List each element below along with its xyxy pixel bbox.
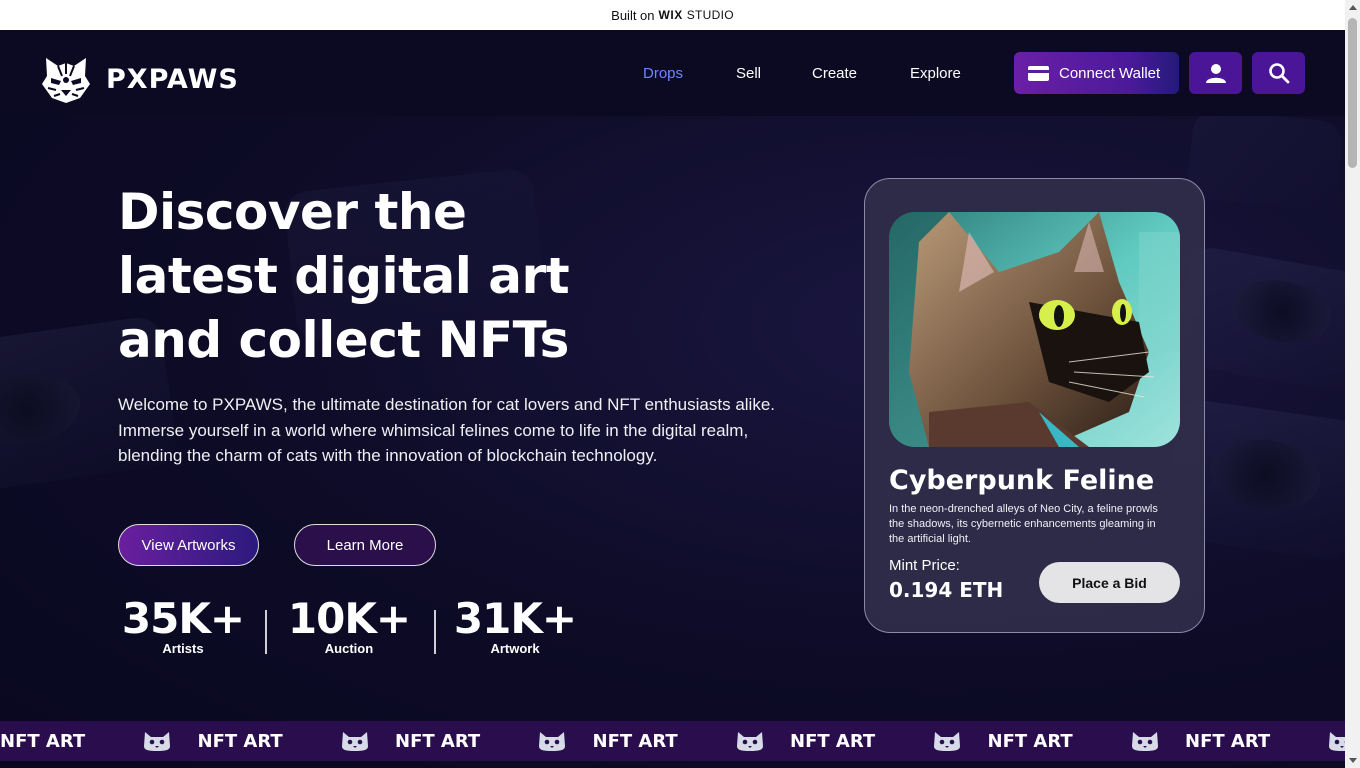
place-bid-button[interactable]: Place a Bid <box>1039 562 1180 603</box>
stat-value: 31K+ <box>453 594 577 643</box>
tiger-logo-icon <box>42 58 90 103</box>
hero-title-line-2: latest digital art <box>118 247 570 305</box>
ticker-text: NFT ART <box>1185 731 1271 752</box>
cat-face-icon <box>934 732 960 751</box>
page: PXPAWS Drops Sell Create Explore Connect… <box>0 30 1345 768</box>
hero-title-line-3: and collect NFTs <box>118 311 569 369</box>
search-button[interactable] <box>1252 52 1305 94</box>
brand-logo[interactable]: PXPAWS <box>40 54 239 104</box>
cat-artwork <box>889 212 1180 447</box>
nav-item-drops[interactable]: Drops <box>643 65 683 82</box>
connect-wallet-button[interactable]: Connect Wallet <box>1014 52 1179 94</box>
user-icon <box>1205 64 1226 83</box>
view-artworks-button[interactable]: View Artworks <box>118 524 259 566</box>
site-header: PXPAWS Drops Sell Create Explore Connect… <box>0 30 1345 116</box>
nav-item-sell[interactable]: Sell <box>736 65 761 82</box>
brand-name: PXPAWS <box>106 63 239 95</box>
ticker-text: NFT ART <box>987 731 1073 752</box>
ticker-text: NFT ART <box>0 731 86 752</box>
cat-face-icon <box>1131 732 1158 751</box>
scrollbar-thumb[interactable] <box>1348 18 1357 168</box>
ticker-text: NFT ART <box>592 731 678 752</box>
nft-description: In the neon-drenched alleys of Neo City,… <box>889 503 1158 545</box>
wix-banner-prefix: Built on <box>611 7 655 23</box>
search-icon <box>1268 63 1289 84</box>
featured-nft-card: Cyberpunk Feline In the neon-drenched al… <box>864 178 1205 633</box>
decorative-tile <box>1185 107 1345 213</box>
nft-title: Cyberpunk Feline <box>889 465 1155 496</box>
stat-value: 35K+ <box>121 594 245 643</box>
ticker-text: NFT ART <box>395 731 481 752</box>
stat-label: Artists <box>162 641 204 656</box>
ticker-text: NFT ART <box>197 731 283 752</box>
stat-value: 10K+ <box>287 594 411 643</box>
stat-divider <box>265 610 267 654</box>
cat-face-icon <box>539 732 565 751</box>
learn-more-button[interactable]: Learn More <box>294 524 436 566</box>
hero-description: Welcome to PXPAWS, the ultimate destinat… <box>118 395 775 465</box>
cat-face-icon <box>144 732 170 751</box>
wix-studio-label: STUDIO <box>686 8 734 22</box>
mint-price-label: Mint Price: <box>889 557 960 574</box>
mint-price-value: 0.194 ETH <box>889 578 1004 602</box>
page-scrollbar[interactable] <box>1345 0 1360 768</box>
stat-label: Artwork <box>490 641 540 656</box>
nft-art-ticker: NFT ART NFT ART NFT ART NFT ART NFT ART NFT A… <box>0 721 1345 761</box>
nft-artwork-image[interactable] <box>889 212 1180 447</box>
stat-divider <box>434 610 436 654</box>
ticker-text: NFT ART <box>790 731 876 752</box>
wix-logo: WIX <box>658 8 683 22</box>
cat-face-icon <box>736 732 763 751</box>
account-button[interactable] <box>1189 52 1242 94</box>
wallet-icon <box>1028 65 1049 81</box>
scroll-up-icon[interactable] <box>1349 5 1357 10</box>
scroll-down-icon[interactable] <box>1349 758 1357 763</box>
stat-auction: 10K+ Auction <box>284 596 414 656</box>
wix-studio-banner[interactable]: Built on WIX STUDIO <box>0 0 1345 30</box>
stat-artists: 35K+ Artists <box>118 596 248 656</box>
hero-title-line-1: Discover the <box>118 183 467 241</box>
hero-title: Discover the latest digital art and coll… <box>118 180 738 372</box>
cat-face-icon <box>1329 732 1345 751</box>
stat-label: Auction <box>324 641 374 656</box>
nav-item-create[interactable]: Create <box>812 65 857 82</box>
connect-wallet-label: Connect Wallet <box>1059 64 1161 82</box>
stat-artwork: 31K+ Artwork <box>450 596 580 656</box>
nav-item-explore[interactable]: Explore <box>910 65 961 82</box>
cat-face-icon <box>341 732 368 751</box>
